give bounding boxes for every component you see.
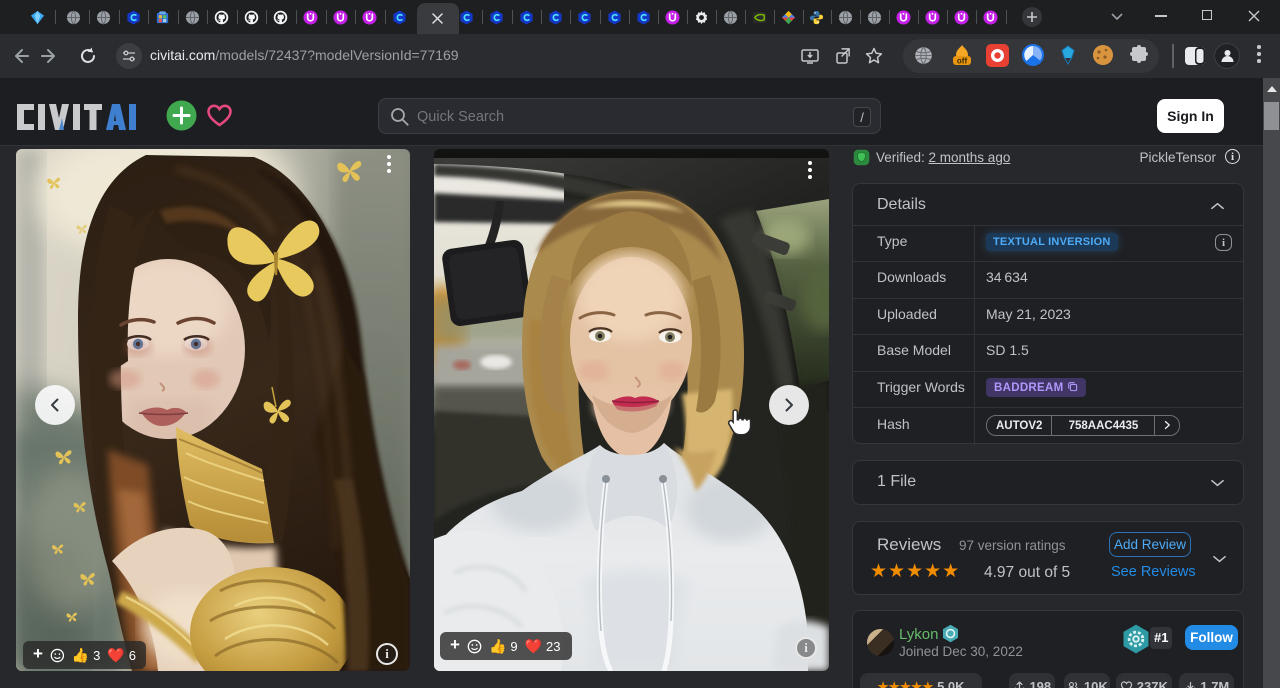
svg-text:off: off bbox=[957, 57, 968, 66]
